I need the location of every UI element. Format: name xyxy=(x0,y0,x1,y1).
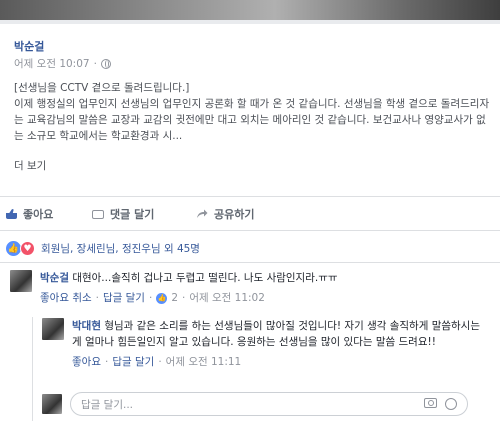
post-actions-bar: 좋아요 댓글 달기 공유하기 xyxy=(0,202,500,224)
like-count-icon: 👍 xyxy=(156,292,168,304)
post-card: 박순걸 어제 오전 10:07 · [선생님을 CCTV 곁으로 돌려드립니다.… xyxy=(0,0,500,422)
comment-like-count[interactable]: 2 xyxy=(171,290,178,306)
reply-input[interactable]: 답글 달기... xyxy=(70,392,468,416)
reactions-summary[interactable]: 👍 ♥ 회원님, 장세린님, 정진우님 외 45명 xyxy=(6,241,200,256)
reply-author[interactable]: 박대현 xyxy=(72,320,101,332)
thumbs-up-icon xyxy=(6,209,17,219)
camera-icon[interactable] xyxy=(424,398,437,408)
comment-text: 대현아...솔직히 겁나고 두렵고 떨린다. 나도 사람인지라.ㅠㅠ xyxy=(68,272,338,284)
post-body-line: [선생님을 CCTV 곁으로 돌려드립니다.] xyxy=(14,82,190,94)
post-meta: 어제 오전 10:07 · xyxy=(14,56,111,71)
reply-time[interactable]: 어제 오전 11:11 xyxy=(166,354,242,370)
heart-reaction-icon: ♥ xyxy=(20,241,35,256)
comment-icon xyxy=(92,209,104,219)
comment-author[interactable]: 박순걸 xyxy=(40,272,69,284)
comment-time[interactable]: 어제 오전 11:02 xyxy=(189,290,265,306)
like-reaction-icon: 👍 xyxy=(6,241,21,256)
avatar xyxy=(42,394,62,414)
reply-link[interactable]: 답글 달기 xyxy=(103,290,145,306)
reply-actions: 좋아요 · 답글 달기 · 어제 오전 11:11 xyxy=(72,354,242,370)
avatar[interactable] xyxy=(42,318,64,340)
emoji-icon[interactable] xyxy=(445,398,457,410)
like-button[interactable]: 좋아요 xyxy=(6,206,53,222)
divider xyxy=(0,196,500,197)
reply-thread-line xyxy=(32,317,33,421)
divider xyxy=(0,262,500,263)
post-image-strip[interactable] xyxy=(0,0,500,24)
avatar[interactable] xyxy=(10,270,32,292)
reply-link[interactable]: 답글 달기 xyxy=(112,354,154,370)
share-button[interactable]: 공유하기 xyxy=(196,206,254,222)
post-body-line: 이제 행정실의 업무인지 선생님의 업무인지 공론화 할 때가 온 것 같습니다… xyxy=(14,98,490,142)
like-link[interactable]: 좋아요 xyxy=(72,354,101,370)
share-button-label: 공유하기 xyxy=(214,208,255,221)
globe-icon xyxy=(100,58,111,69)
reactions-text: 회원님, 장세린님, 정진우님 외 45명 xyxy=(41,243,200,255)
divider xyxy=(0,230,500,231)
post-body: [선생님을 CCTV 곁으로 돌려드립니다.] 이제 행정실의 업무인지 선생님… xyxy=(14,80,494,144)
reply-placeholder: 답글 달기... xyxy=(81,398,133,411)
comment-actions: 좋아요 취소 · 답글 달기 · 👍 2 · 어제 오전 11:02 xyxy=(40,290,265,306)
reply-composer: 답글 달기... xyxy=(42,391,468,417)
see-more-link[interactable]: 더 보기 xyxy=(14,158,46,173)
reply-item: 박대현 형님과 같은 소리를 하는 선생님들이 많아질 것입니다! 자기 생각 … xyxy=(42,318,494,370)
like-button-label: 좋아요 xyxy=(23,208,54,221)
comment-button[interactable]: 댓글 달기 xyxy=(92,206,154,222)
reply-text: 형님과 같은 소리를 하는 선생님들이 많아질 것입니다! 자기 생각 솔직하게… xyxy=(72,320,481,348)
comment-item: 박순걸 대현아...솔직히 겁나고 두렵고 떨린다. 나도 사람인지라.ㅠㅠ 좋… xyxy=(10,270,494,306)
unlike-link[interactable]: 좋아요 취소 xyxy=(40,290,92,306)
comment-button-label: 댓글 달기 xyxy=(110,208,155,221)
share-icon xyxy=(197,209,208,218)
post-time[interactable]: 어제 오전 10:07 xyxy=(14,56,90,71)
post-author[interactable]: 박순걸 xyxy=(14,38,44,54)
